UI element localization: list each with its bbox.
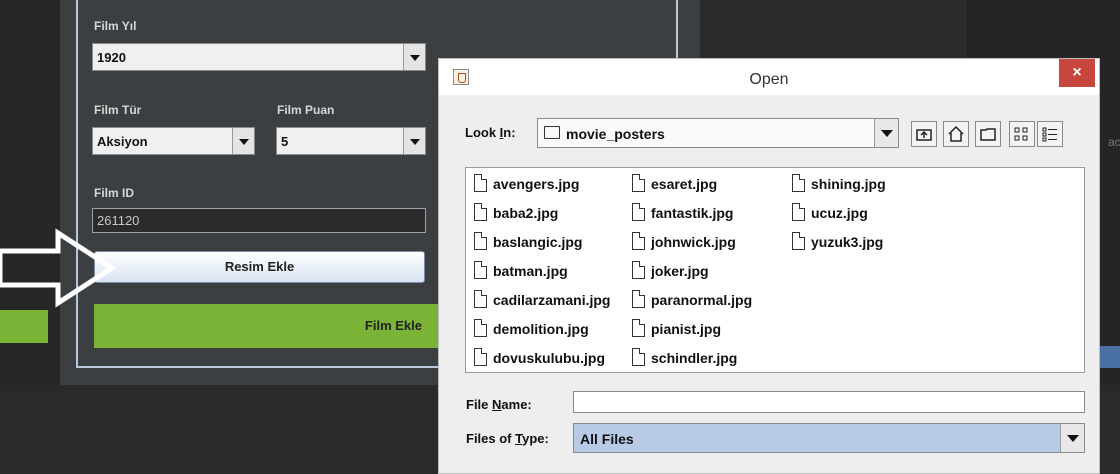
details-view-icon [1042,127,1057,142]
open-file-dialog: Open × Look In: movie_posters avengers.j… [438,58,1100,474]
film-genre-combo[interactable]: Aksiyon [92,127,255,155]
chevron-down-icon[interactable] [1060,424,1084,452]
film-score-combo[interactable]: 5 [276,127,426,155]
document-icon [632,348,645,366]
pointer-arrow-icon [0,228,117,308]
document-icon [632,174,645,192]
background-partial-text: ac [1108,135,1120,149]
home-icon [948,125,964,142]
document-icon [632,203,645,221]
film-genre-label: Film Tür [94,103,142,117]
document-icon [474,319,487,337]
document-icon [474,348,487,366]
list-view-icon [1014,127,1028,141]
film-score-label: Film Puan [277,103,335,117]
chevron-down-icon[interactable] [232,128,254,154]
file-name-input[interactable] [573,391,1085,413]
document-icon [632,319,645,337]
close-icon: × [1072,64,1082,81]
new-folder-icon [980,128,996,141]
home-button[interactable] [943,121,969,147]
dialog-title: Open [749,71,789,88]
chevron-down-icon[interactable] [403,128,425,154]
look-in-value: movie_posters [566,126,665,142]
film-genre-value: Aksiyon [97,134,148,149]
document-icon [474,174,487,192]
film-year-label: Film Yıl [94,19,137,33]
film-year-value: 1920 [97,50,126,65]
details-view-button[interactable] [1037,121,1063,147]
film-year-combo[interactable]: 1920 [92,43,426,71]
new-folder-button[interactable] [975,121,1001,147]
files-of-type-value: All Files [580,431,634,447]
document-icon [474,261,487,279]
close-button[interactable]: × [1059,59,1095,87]
film-id-field[interactable]: 261120 [92,208,426,233]
files-of-type-label: Files of Type: [466,431,549,446]
document-icon [632,261,645,279]
look-in-label: Look In: [465,125,516,140]
file-name-label: File Name: [466,397,532,412]
document-icon [792,232,805,250]
document-icon [792,203,805,221]
document-icon [474,232,487,250]
chevron-down-icon[interactable] [874,119,898,147]
list-view-button[interactable] [1009,121,1035,147]
background-green-button[interactable] [0,310,48,343]
up-one-level-icon [916,129,932,141]
look-in-combo[interactable]: movie_posters [537,118,899,148]
add-image-button[interactable]: Resim Ekle [94,251,425,283]
add-film-button[interactable]: Film Ekle [94,304,444,348]
film-score-value: 5 [281,134,289,149]
document-icon [792,174,805,192]
up-one-level-button[interactable] [911,121,937,147]
file-list[interactable]: avengers.jpg baba2.jpg baslangic.jpg bat… [465,167,1085,373]
document-icon [632,290,645,308]
background-blue-bar [1100,346,1120,368]
chevron-down-icon[interactable] [403,44,425,70]
document-icon [632,232,645,250]
dialog-titlebar[interactable]: Open × [439,59,1099,95]
film-id-label: Film ID [94,186,135,200]
document-icon [474,290,487,308]
document-icon [474,203,487,221]
files-of-type-combo[interactable]: All Files [573,423,1085,453]
folder-icon [544,126,560,139]
